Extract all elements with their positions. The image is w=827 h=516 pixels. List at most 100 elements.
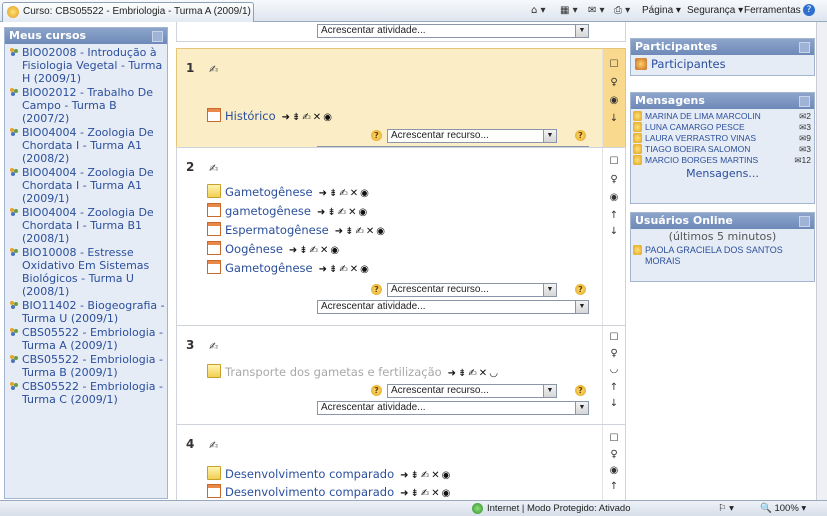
message-item[interactable]: LAURA VERRASTRO VINAS9 (631, 133, 814, 144)
hide-block-icon[interactable] (152, 31, 163, 42)
browser-toolbar: Curso: CBS05522 - Embriologia - Turma A … (0, 0, 827, 22)
eye-icon[interactable]: ◉ (609, 465, 619, 476)
add-resource-select[interactable]: Acrescentar recurso... ▼ (387, 384, 557, 398)
add-activity-select[interactable]: Acrescentar atividade...▼ (317, 300, 589, 314)
arrow-down-icon[interactable]: ↓ (609, 398, 619, 409)
browser-tab[interactable]: Curso: CBS05522 - Embriologia - Turma A … (2, 2, 254, 22)
checkbox-icon[interactable]: ☐ (609, 433, 619, 444)
checkbox-icon[interactable]: ☐ (609, 156, 619, 167)
message-item[interactable]: MARCIO BORGES MARTINS12 (631, 155, 814, 166)
topic-controls: ☐ ♀ ◡ ↑ ↓ (602, 326, 625, 440)
edit-summary-icon[interactable]: ✍ (209, 162, 218, 175)
hide-block-icon[interactable] (799, 42, 810, 53)
help-icon[interactable]: ? (803, 4, 815, 16)
add-resource-select[interactable]: Acrescentar recurso... ▼ (387, 129, 557, 143)
edit-controls-icon[interactable]: ➜⇟✍✕◡ (448, 368, 500, 379)
edit-controls-icon[interactable]: ➜⇟✍✕◉ (289, 245, 341, 256)
course-icon (10, 128, 18, 136)
course-link[interactable]: BIO02008 - Introdução à Fisiologia Veget… (8, 46, 165, 85)
course-link[interactable]: CBS05522 - Embriologia - Turma B (2009/1… (8, 353, 165, 379)
menu-security[interactable]: Segurança ▾ (687, 4, 743, 18)
resource-link[interactable]: Espermatogênese ➜⇟✍✕◉ (207, 222, 387, 239)
arrow-up-icon[interactable]: ↑ (609, 382, 619, 393)
help-icon[interactable]: ? (371, 284, 382, 295)
edit-summary-icon[interactable]: ✍ (209, 340, 218, 353)
add-activity-select[interactable]: Acrescentar atividade...▼ (317, 24, 589, 38)
menu-page[interactable]: Página ▾ (642, 4, 681, 18)
resource-link[interactable]: gametogênese ➜⇟✍✕◉ (207, 203, 369, 220)
page-scrollbar[interactable] (816, 22, 827, 500)
help-icon[interactable]: ? (575, 130, 586, 141)
course-link[interactable]: BIO10008 - Estresse Oxidativo Em Sistema… (8, 246, 165, 298)
message-count: 9 (799, 133, 811, 144)
lightbulb-icon[interactable]: ♀ (609, 77, 619, 88)
lightbulb-icon[interactable]: ♀ (609, 449, 619, 460)
course-link[interactable]: CBS05522 - Embriologia - Turma A (2009/1… (8, 326, 165, 352)
edit-summary-icon[interactable]: ✍ (209, 63, 218, 76)
checkbox-icon[interactable]: ☐ (609, 332, 619, 343)
protected-mode-icon[interactable]: ⚐ ▾ (718, 501, 734, 516)
resource-link[interactable]: Gametogênese ➜⇟✍✕◉ (207, 184, 371, 201)
topic-controls: ☐ ♀ ◉ ↑ ↓ (602, 148, 625, 336)
edit-controls-icon[interactable]: ➜⇟✍✕◉ (282, 112, 334, 123)
eye-icon[interactable]: ◉ (609, 192, 619, 203)
message-item[interactable]: LUNA CAMARGO PESCE3 (631, 122, 814, 133)
edit-controls-icon[interactable]: ➜⇟✍✕◉ (400, 488, 452, 499)
checkbox-icon[interactable]: ☐ (609, 59, 619, 70)
help-icon[interactable]: ? (575, 385, 586, 396)
add-activity-select[interactable]: Acrescentar atividade...▼ (317, 401, 589, 415)
message-item[interactable]: TIAGO BOEIRA SALOMON3 (631, 144, 814, 155)
course-icon (10, 328, 18, 336)
hide-block-icon[interactable] (799, 216, 810, 227)
lightbulb-icon[interactable]: ♀ (609, 348, 619, 359)
eye-icon[interactable]: ◉ (609, 95, 619, 106)
status-bar: Internet | Modo Protegido: Ativado ⚐ ▾ 🔍… (0, 500, 827, 516)
hide-block-icon[interactable] (799, 96, 810, 107)
menu-tools[interactable]: Ferramentas ▾ (744, 4, 809, 18)
course-link[interactable]: BIO04004 - Zoologia De Chordata I - Turm… (8, 126, 165, 165)
help-icon[interactable]: ? (371, 385, 382, 396)
arrow-down-icon[interactable]: ↓ (609, 226, 619, 237)
folder-icon (207, 364, 221, 378)
course-link[interactable]: CBS05522 - Embriologia - Turma C (2009/1… (8, 380, 165, 406)
page-icon (207, 203, 221, 217)
arrow-up-icon[interactable]: ↑ (609, 210, 619, 221)
help-icon[interactable]: ? (371, 130, 382, 141)
resource-link[interactable]: Oogênese ➜⇟✍✕◉ (207, 241, 341, 258)
arrow-down-icon[interactable]: ↓ (609, 113, 619, 124)
arrow-up-icon[interactable]: ↑ (609, 481, 619, 492)
course-link[interactable]: BIO04004 - Zoologia De Chordata I - Turm… (8, 206, 165, 245)
home-icon[interactable]: ⌂ ▾ (531, 5, 546, 17)
edit-controls-icon[interactable]: ➜⇟✍✕◉ (317, 207, 369, 218)
course-link[interactable]: BIO04004 - Zoologia De Chordata I - Turm… (8, 166, 165, 205)
resource-link[interactable]: Gametogênese ➜⇟✍✕◉ (207, 260, 371, 277)
feeds-icon[interactable]: ▦ ▾ (560, 5, 578, 17)
messages-link[interactable]: Mensagens... (631, 166, 814, 181)
zoom-control[interactable]: 🔍 100% ▾ (760, 501, 806, 516)
resource-link[interactable]: Desenvolvimento comparado ➜⇟✍✕◉ (207, 484, 452, 500)
add-resource-select[interactable]: Acrescentar recurso... ▼ (387, 283, 557, 297)
resource-link[interactable]: Histórico ➜⇟✍✕◉ (207, 108, 334, 125)
course-link[interactable]: BIO02012 - Trabalho De Campo - Turma B (… (8, 86, 165, 125)
course-link[interactable]: BIO11402 - Biogeografia - Turma U (2009/… (8, 299, 165, 325)
my-courses-title: Meus cursos (9, 29, 87, 42)
message-count: 12 (794, 155, 811, 166)
lightbulb-icon[interactable]: ♀ (609, 174, 619, 185)
edit-controls-icon[interactable]: ➜⇟✍✕◉ (400, 470, 452, 481)
edit-controls-icon[interactable]: ➜⇟✍✕◉ (319, 264, 371, 275)
eye-closed-icon[interactable]: ◡ (609, 364, 619, 375)
help-icon[interactable]: ? (575, 284, 586, 295)
edit-controls-icon[interactable]: ➜⇟✍✕◉ (335, 226, 387, 237)
resource-link[interactable]: Transporte dos gametas e fertilização ➜⇟✍… (207, 364, 500, 381)
participants-link[interactable]: Participantes (631, 55, 814, 73)
resource-link[interactable]: Desenvolvimento comparado ➜⇟✍✕◉ (207, 466, 452, 483)
edit-summary-icon[interactable]: ✍ (209, 439, 218, 452)
print-icon[interactable]: ⎙ ▾ (614, 5, 630, 17)
edit-controls-icon[interactable]: ➜⇟✍✕◉ (319, 188, 371, 199)
online-users-period: (últimos 5 minutos) (668, 230, 777, 243)
online-user[interactable]: PAOLA GRACIELA DOS SANTOS MORAIS (631, 245, 814, 267)
mail-icon[interactable]: ✉ ▾ (588, 5, 605, 17)
topic-0-fragment: Acrescentar atividade... ▼ (176, 22, 626, 42)
chevron-down-icon: ▼ (575, 25, 588, 37)
message-item[interactable]: MARINA DE LIMA MARCOLIN2 (631, 111, 814, 122)
